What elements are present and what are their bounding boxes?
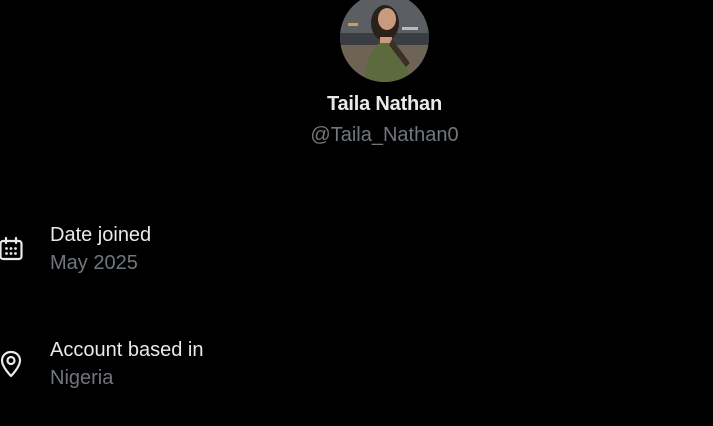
location-pin-icon <box>0 350 24 378</box>
profile-photo <box>340 0 429 82</box>
avatar[interactable] <box>340 0 429 82</box>
date-joined-label: Date joined <box>50 224 152 246</box>
account-based-in-row: Account based in Nigeria <box>0 339 713 399</box>
display-name: Taila Nathan <box>326 93 443 115</box>
user-handle: @Taila_Nathan0 <box>310 124 459 146</box>
account-based-in-label: Account based in <box>50 339 204 361</box>
date-joined-row: Date joined May 2025 <box>0 224 713 284</box>
calendar-icon <box>0 236 24 262</box>
account-based-in-value: Nigeria <box>50 367 114 389</box>
date-joined-value: May 2025 <box>50 252 138 274</box>
